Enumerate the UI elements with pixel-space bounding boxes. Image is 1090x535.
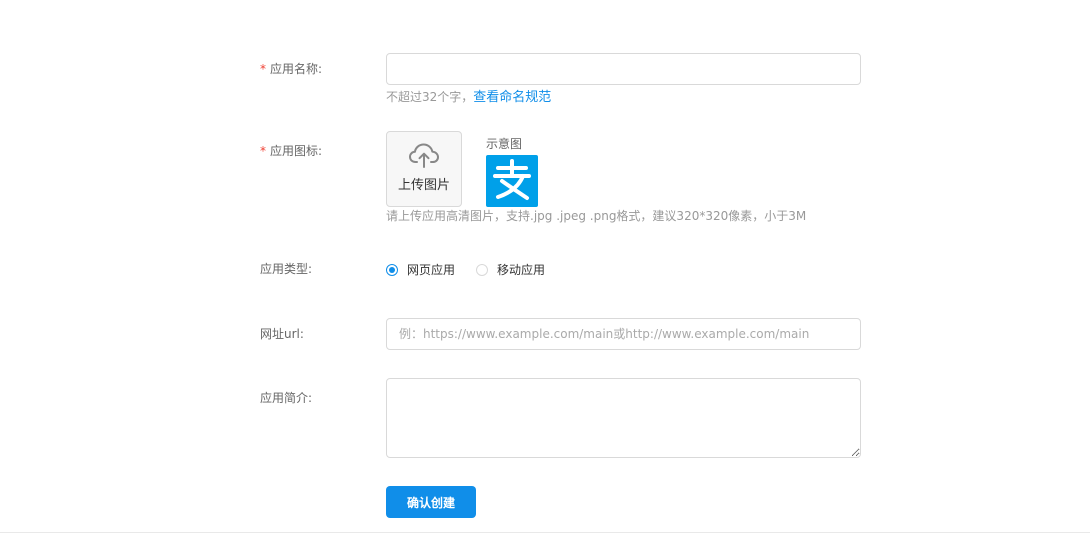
description-textarea[interactable] <box>386 378 861 458</box>
radio-web-app-label[interactable]: 网页应用 <box>407 262 455 278</box>
bottom-divider <box>0 532 1090 533</box>
app-name-hint-text: 不超过32个字， <box>386 90 474 104</box>
upload-image-label: 上传图片 <box>397 178 450 193</box>
app-icon-label-text: 应用图标: <box>270 144 323 158</box>
app-type-label: 应用类型: <box>260 262 313 276</box>
app-icon-label: * 应用图标: <box>260 143 322 159</box>
radio-mobile-app[interactable] <box>476 264 488 276</box>
required-mark: * <box>260 62 266 76</box>
required-mark: * <box>260 144 266 158</box>
app-name-input[interactable] <box>386 53 861 85</box>
cloud-upload-icon <box>409 143 439 168</box>
radio-mobile-app-label[interactable]: 移动应用 <box>497 262 545 278</box>
radio-web-app[interactable] <box>386 264 398 276</box>
naming-rules-link[interactable]: 查看命名规范 <box>473 90 551 105</box>
upload-image-button[interactable]: 上传图片 <box>386 131 462 207</box>
url-input[interactable] <box>386 318 861 350</box>
app-icon-hint: 请上传应用高清图片，支持.jpg .jpeg .png格式，建议320*320像… <box>386 209 807 223</box>
app-name-label: * 应用名称: <box>260 61 322 77</box>
url-label: 网址url: <box>260 327 304 341</box>
alipay-icon <box>493 159 531 200</box>
description-label: 应用简介: <box>260 391 313 405</box>
app-name-label-text: 应用名称: <box>270 62 323 76</box>
alipay-logo <box>486 155 538 207</box>
confirm-create-button[interactable]: 确认创建 <box>386 486 476 518</box>
create-app-form: * 应用名称: 不超过32个字，查看命名规范 * 应用图标: 上传图片 示意图 请上… <box>0 0 1090 535</box>
sample-image-label: 示意图 <box>486 137 523 151</box>
app-name-hint: 不超过32个字，查看命名规范 <box>386 89 551 106</box>
